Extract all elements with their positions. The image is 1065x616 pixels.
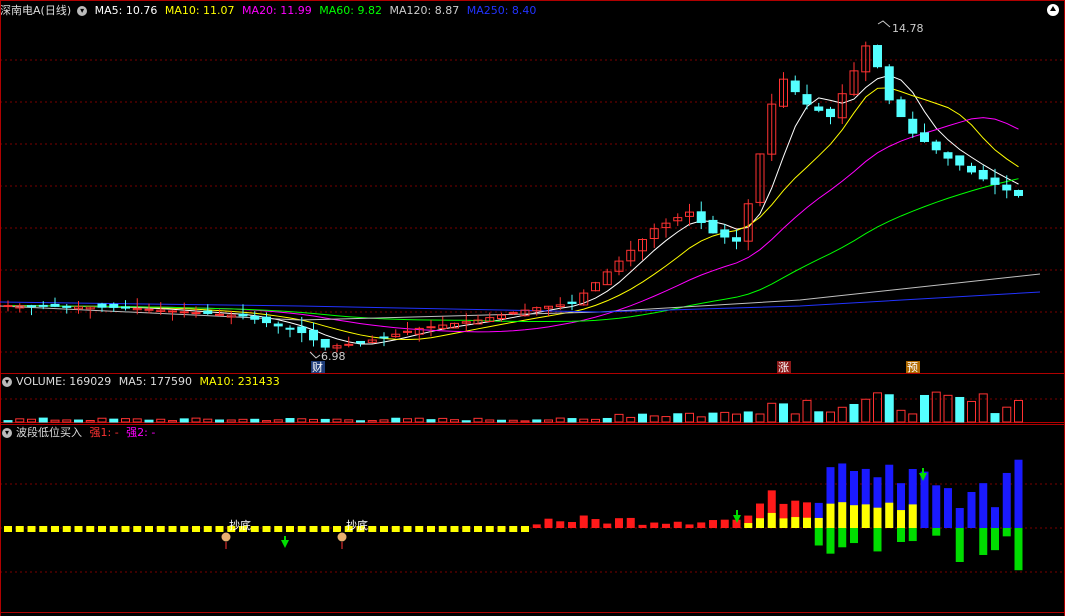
chaodi-label-2: 抄底 bbox=[346, 518, 368, 532]
marker-yu-text: 预 bbox=[907, 361, 918, 374]
marker-zhang-text: 涨 bbox=[778, 361, 789, 374]
marker-yu[interactable]: 预 bbox=[906, 361, 920, 374]
chaodi-label-1: 抄底 bbox=[229, 518, 251, 532]
bottom-signal-2: 抄底 bbox=[336, 518, 368, 549]
high-price-label: 14.78 bbox=[892, 22, 924, 35]
moving-average-lines bbox=[0, 74, 1041, 345]
marker-cai-text: 财 bbox=[312, 360, 323, 374]
main-grid bbox=[0, 59, 1065, 573]
high-annotation: 14.78 bbox=[877, 20, 924, 35]
candlesticks bbox=[3, 41, 1023, 353]
bottom-signal-1: 抄底 bbox=[220, 518, 251, 549]
marker-zhang[interactable]: 涨 bbox=[777, 361, 791, 374]
stock-chart[interactable]: 14.78 6.98 财 涨 预 抄底 抄底 bbox=[0, 0, 1065, 616]
indicator-bars bbox=[4, 459, 1023, 571]
volume-bars bbox=[3, 391, 1023, 423]
marker-cai[interactable]: 财 bbox=[311, 360, 325, 374]
